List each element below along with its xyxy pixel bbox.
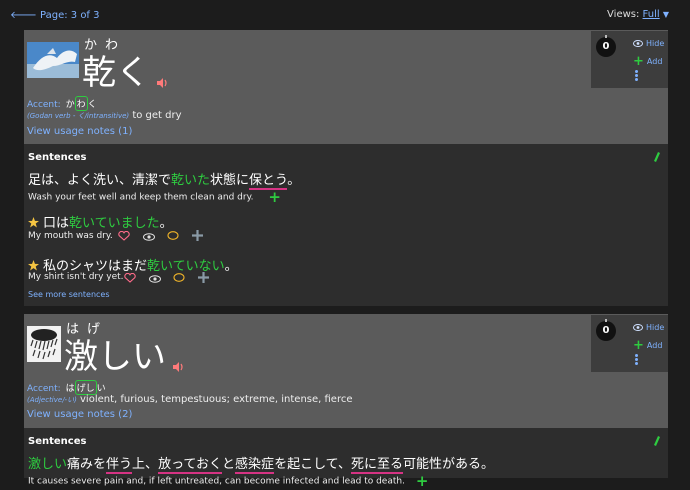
sentences-title: Sentences <box>28 152 87 163</box>
page-label: Page: 3 of 3 <box>40 10 100 21</box>
card-header: はげ 激しい Accent: はげしい (Adjective/-い) viole… <box>24 314 668 428</box>
word-image[interactable] <box>27 326 61 362</box>
pencil-icon[interactable] <box>654 436 660 446</box>
sentence-en: My shirt isn't dry yet. <box>28 272 124 282</box>
speaker-icon[interactable] <box>172 361 184 373</box>
side-panel: 0 Hide + Add <box>591 315 668 372</box>
more-options-icon[interactable] <box>635 354 639 366</box>
speaker-icon[interactable] <box>156 77 168 89</box>
sentence-jp: 足は、よく洗い、清潔で乾いた状態に保とう。 <box>28 173 301 190</box>
star-icon[interactable] <box>28 260 39 271</box>
add-button[interactable]: + Add <box>633 54 662 69</box>
sentence-jp: 激しい痛みを伴う上、放っておくと感染症を起こして、死に至る可能性がある。 <box>28 457 495 474</box>
hide-button[interactable]: Hide <box>633 323 664 332</box>
word-kanji: 激しい <box>64 337 166 377</box>
part-of-speech: (Adjective/-い) <box>27 396 77 404</box>
heart-icon[interactable] <box>124 272 136 286</box>
accent-word: かわく <box>66 96 97 111</box>
views-dropdown[interactable]: Full <box>643 9 660 20</box>
eye-icon[interactable] <box>142 231 155 244</box>
sentences-title: Sentences <box>28 436 87 447</box>
heart-icon[interactable] <box>118 230 130 244</box>
comment-icon[interactable] <box>167 230 179 244</box>
review-count[interactable]: 0 <box>596 35 616 57</box>
views-selector: Views: Full ▼ <box>607 9 669 20</box>
more-options-icon[interactable] <box>635 70 639 82</box>
see-more-sentences-link[interactable]: See more sentences <box>28 290 110 299</box>
comment-icon[interactable] <box>173 272 185 286</box>
plus-icon: + <box>633 338 644 353</box>
views-label: Views: <box>607 9 640 20</box>
add-button[interactable]: + Add <box>633 338 662 353</box>
sentence-en: My mouth was dry. <box>28 231 113 241</box>
top-bar: 🡐 Page: 3 of 3 Views: Full ▼ <box>0 0 690 30</box>
side-panel: 0 Hide + Add <box>591 31 668 88</box>
definition-text: to get dry <box>132 110 182 121</box>
page-indicator-link[interactable]: 🡐 Page: 3 of 3 <box>10 9 100 21</box>
sentence-actions <box>124 272 218 284</box>
card-header: かわ 乾く Accent: かわく (Godan verb - く/intran… <box>24 30 668 144</box>
definition: (Adjective/-い) violent, furious, tempest… <box>27 394 353 405</box>
sentences-section: Sentences 足は、よく洗い、清潔で乾いた状態に保とう。 Wash you… <box>24 144 668 306</box>
star-icon[interactable] <box>28 217 39 228</box>
sentence-en: It causes severe pain and, if left untre… <box>28 472 429 490</box>
hide-button[interactable]: Hide <box>633 39 664 48</box>
accent-label: Accent: <box>27 384 61 394</box>
sentence-en: Wash your feet well and keep them clean … <box>28 188 281 206</box>
word-image[interactable] <box>27 42 79 78</box>
plus-icon: + <box>633 54 644 69</box>
accent-line: Accent: はげしい <box>27 380 106 395</box>
add-sentence-icon[interactable]: + <box>268 188 281 206</box>
add-sentence-icon[interactable]: + <box>416 472 429 490</box>
pencil-icon[interactable] <box>654 152 660 162</box>
accent-label: Accent: <box>27 100 61 110</box>
sentence-jp: 口は乾いていました。 <box>28 212 173 231</box>
caret-down-icon[interactable]: ▼ <box>663 10 669 19</box>
accent-line: Accent: かわく <box>27 96 97 111</box>
part-of-speech: (Godan verb - く/intransitive) <box>27 112 130 120</box>
eye-icon <box>633 40 643 47</box>
eye-icon <box>633 324 643 331</box>
accent-word: はげしい <box>66 380 106 395</box>
sentence-actions <box>118 230 212 242</box>
eye-icon[interactable] <box>148 273 161 286</box>
usage-notes-link[interactable]: View usage notes (2) <box>27 409 132 420</box>
crosshair-icon[interactable] <box>191 230 203 244</box>
word-kanji: 乾く <box>82 53 150 93</box>
review-count[interactable]: 0 <box>596 319 616 341</box>
definition-text: violent, furious, tempestuous; extreme, … <box>80 394 353 405</box>
crosshair-icon[interactable] <box>197 272 209 286</box>
arrow-left-icon: 🡐 <box>10 10 37 21</box>
vocab-card: かわ 乾く Accent: かわく (Godan verb - く/intran… <box>24 30 668 306</box>
sentences-section: Sentences 激しい痛みを伴う上、放っておくと感染症を起こして、死に至る可… <box>24 428 668 490</box>
vocab-card: はげ 激しい Accent: はげしい (Adjective/-い) viole… <box>24 314 668 490</box>
definition: (Godan verb - く/intransitive) to get dry <box>27 110 182 121</box>
usage-notes-link[interactable]: View usage notes (1) <box>27 126 132 137</box>
